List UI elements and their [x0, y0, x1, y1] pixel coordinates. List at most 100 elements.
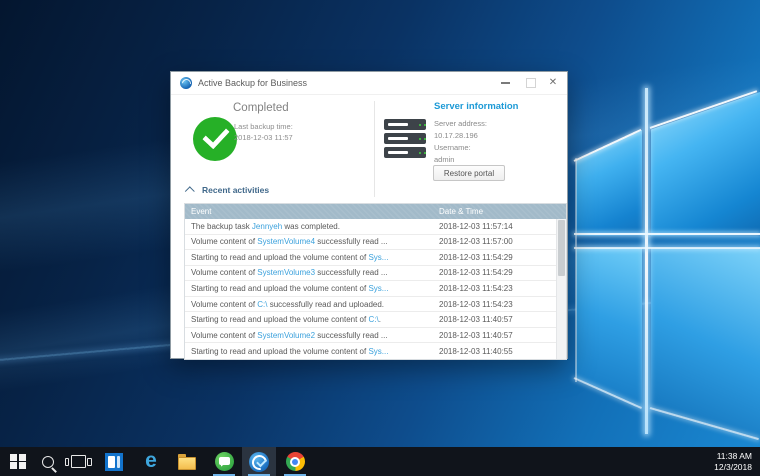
event-cell: Volume content of SystemVolume2 successf…: [191, 331, 427, 340]
taskbar-search-button[interactable]: [34, 447, 62, 476]
table-row[interactable]: The backup task Jennyeh was completed. 20…: [185, 219, 557, 235]
last-backup-label: Last backup time:: [234, 122, 293, 131]
windows-logo-pane: [576, 130, 642, 236]
server-information-heading: Server information: [434, 101, 518, 112]
chat-icon: [215, 452, 234, 471]
table-row[interactable]: Volume content of SystemVolume2 successf…: [185, 328, 557, 344]
event-cell: Volume content of C:\ successfully read …: [191, 300, 427, 309]
running-indicator: [284, 474, 306, 476]
active-backup-window: Active Backup for Business ✕ Completed L…: [170, 71, 568, 359]
edge-icon: e: [145, 450, 157, 471]
datetime-cell: 2018-12-03 11:54:29: [439, 253, 513, 262]
table-row[interactable]: Starting to read and upload the volume c…: [185, 343, 557, 359]
event-cell: Volume content of SystemVolume4 successf…: [191, 237, 427, 246]
close-icon: ✕: [549, 78, 557, 88]
event-cell: Starting to read and upload the volume c…: [191, 253, 427, 262]
maximize-icon: [526, 78, 536, 88]
event-link[interactable]: Sys...: [368, 347, 388, 356]
scrollbar-thumb[interactable]: [558, 220, 565, 276]
success-check-icon: [193, 117, 237, 161]
username-value: admin: [434, 155, 454, 164]
app-icon: [180, 77, 192, 89]
event-cell: Starting to read and upload the volume c…: [191, 347, 427, 356]
running-indicator: [248, 474, 270, 476]
windows-logo-pane: [651, 92, 760, 236]
column-header-datetime: Date & Time: [439, 204, 483, 219]
event-cell: Volume content of SystemVolume3 successf…: [191, 268, 427, 277]
start-button[interactable]: [4, 447, 32, 476]
recent-activities-toggle[interactable]: Recent activities: [187, 185, 269, 195]
server-stack-icon: [384, 119, 426, 161]
clock-date: 12/3/2018: [714, 462, 752, 473]
backup-status-title: Completed: [233, 102, 289, 114]
taskbar-item-edge[interactable]: e: [136, 447, 166, 476]
event-link[interactable]: SystemVolume2: [257, 331, 315, 340]
taskbar-item-active-backup[interactable]: [242, 447, 276, 476]
chrome-icon: [286, 452, 305, 471]
restore-portal-button[interactable]: Restore portal: [433, 165, 505, 181]
file-explorer-icon: [178, 457, 196, 470]
table-row[interactable]: Starting to read and upload the volume c…: [185, 250, 557, 266]
server-unit-icon: [384, 147, 426, 158]
onenote-icon: [105, 453, 123, 471]
logo-glow-vertical: [645, 88, 648, 434]
running-indicator: [213, 474, 235, 476]
active-backup-icon: [249, 452, 269, 472]
clock-time: 11:38 AM: [717, 451, 752, 462]
datetime-cell: 2018-12-03 11:54:29: [439, 268, 513, 277]
event-cell: The backup task Jennyeh was completed.: [191, 222, 427, 231]
event-link[interactable]: Sys...: [368, 253, 388, 262]
server-address-label: Server address:: [434, 119, 487, 128]
event-cell: Starting to read and upload the volume c…: [191, 315, 427, 324]
window-body: Completed Last backup time: 2018-12-03 1…: [171, 95, 567, 359]
logo-glow-horizontal: [574, 247, 760, 249]
logo-glow-edge: [575, 158, 577, 382]
event-link[interactable]: C:\: [257, 300, 267, 309]
event-link[interactable]: SystemVolume4: [257, 237, 315, 246]
server-unit-icon: [384, 133, 426, 144]
taskbar: e 11:38 AM 12/3/2018: [0, 447, 760, 476]
datetime-cell: 2018-12-03 11:40:57: [439, 315, 513, 324]
event-link[interactable]: SystemVolume3: [257, 268, 315, 277]
activities-rows: The backup task Jennyeh was completed. 20…: [185, 219, 557, 359]
search-icon: [42, 456, 54, 468]
table-row[interactable]: Starting to read and upload the volume c…: [185, 312, 557, 328]
task-view-icon: [71, 455, 86, 468]
window-title: Active Backup for Business: [198, 78, 307, 88]
table-row[interactable]: Starting to read and upload the volume c…: [185, 281, 557, 297]
task-view-button[interactable]: [64, 447, 92, 476]
section-divider: [374, 101, 375, 197]
column-header-event: Event: [191, 204, 211, 219]
maximize-button[interactable]: [523, 72, 539, 94]
windows-start-icon: [10, 454, 26, 470]
datetime-cell: 2018-12-03 11:40:55: [439, 347, 513, 356]
table-row[interactable]: Volume content of SystemVolume4 successf…: [185, 235, 557, 251]
chevron-up-icon: [185, 186, 195, 196]
title-bar[interactable]: Active Backup for Business ✕: [171, 72, 567, 95]
event-link[interactable]: Sys...: [368, 284, 388, 293]
datetime-cell: 2018-12-03 11:57:14: [439, 222, 513, 231]
windows-logo-pane: [576, 248, 642, 410]
last-backup-time: 2018-12-03 11:57: [234, 133, 293, 142]
taskbar-item-synology-chat[interactable]: [209, 447, 239, 476]
close-button[interactable]: ✕: [545, 72, 561, 94]
minimize-button[interactable]: [497, 72, 513, 94]
server-address-value: 10.17.28.196: [434, 131, 478, 140]
table-header: Event Date & Time: [185, 204, 566, 219]
event-link[interactable]: C:\: [368, 315, 378, 324]
event-link[interactable]: Jennyeh: [252, 222, 282, 231]
table-row[interactable]: Volume content of C:\ successfully read …: [185, 297, 557, 313]
taskbar-clock[interactable]: 11:38 AM 12/3/2018: [714, 447, 752, 476]
datetime-cell: 2018-12-03 11:54:23: [439, 284, 513, 293]
username-label: Username:: [434, 143, 471, 152]
datetime-cell: 2018-12-03 11:54:23: [439, 300, 513, 309]
event-cell: Starting to read and upload the volume c…: [191, 284, 427, 293]
taskbar-item-chrome[interactable]: [280, 447, 310, 476]
taskbar-item-file-explorer[interactable]: [172, 447, 202, 476]
minimize-icon: [501, 82, 510, 84]
datetime-cell: 2018-12-03 11:40:57: [439, 331, 513, 340]
taskbar-item-onenote[interactable]: [99, 447, 129, 476]
scrollbar-track[interactable]: [556, 219, 566, 359]
table-row[interactable]: Volume content of SystemVolume3 successf…: [185, 266, 557, 282]
screen: Active Backup for Business ✕ Completed L…: [0, 0, 760, 476]
